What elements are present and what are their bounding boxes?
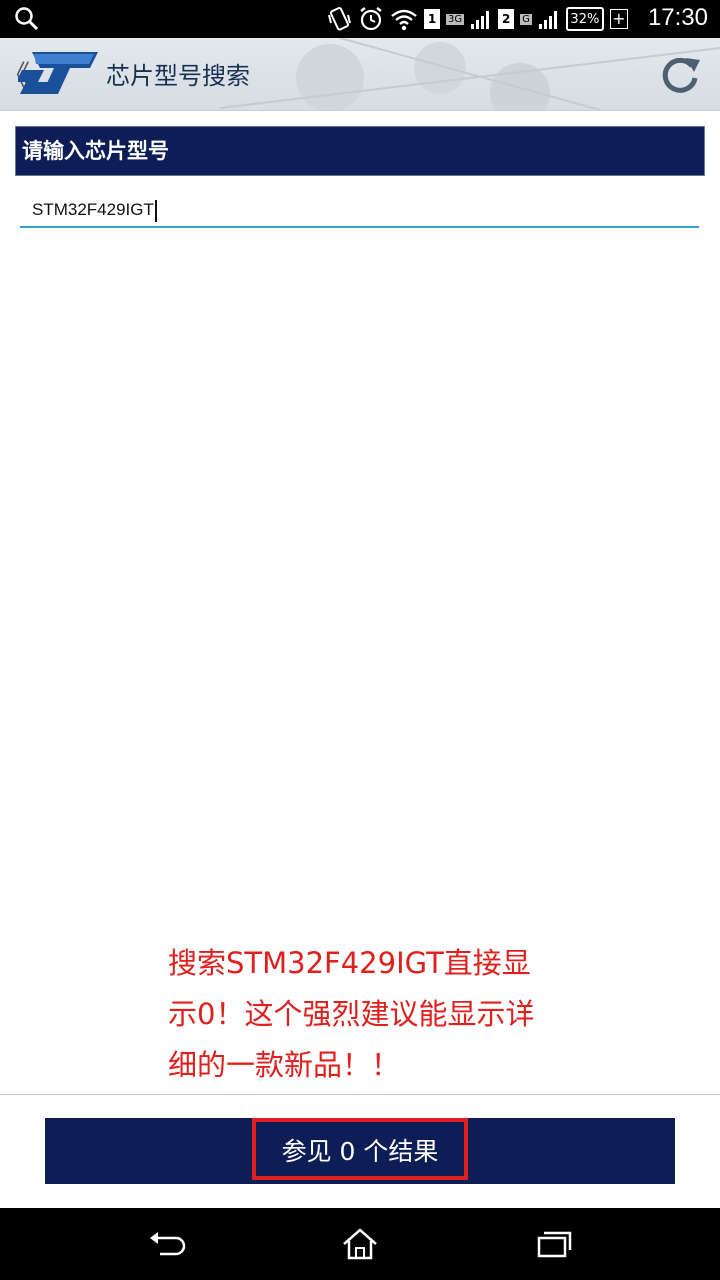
recent-apps-icon[interactable] <box>534 1226 574 1262</box>
clock: 17:30 <box>647 4 708 31</box>
back-icon[interactable] <box>146 1226 186 1262</box>
chip-model-input-value: STM32F429IGT <box>32 200 154 219</box>
sim1-network: 3G <box>446 13 465 25</box>
battery-icon: 32% <box>565 7 604 31</box>
signal-icon <box>471 11 490 29</box>
annotation-line: 示0！这个强烈建议能显示详 <box>168 997 535 1031</box>
screen: 1 3G 2 G 32% + 17:30 《 芯片型号搜索 请输入芯片型号 ST… <box>0 0 720 1280</box>
chip-model-input[interactable]: STM32F429IGT <box>20 192 699 228</box>
vibrate-icon <box>328 7 351 31</box>
divider <box>0 1094 720 1095</box>
annotation-text: 搜索STM32F429IGT直接显 示0！这个强烈建议能显示详 细的一款新品！！ <box>168 938 568 1091</box>
refresh-icon[interactable] <box>656 52 704 96</box>
sim2-badge: 2 <box>498 9 515 29</box>
alarm-icon <box>360 7 382 31</box>
annotation-highlight-box <box>252 1118 468 1180</box>
st-logo <box>18 52 98 94</box>
sim2-network: G <box>520 13 532 25</box>
header-decoration <box>220 38 720 110</box>
page-title: 芯片型号搜索 <box>106 62 250 90</box>
app-bar: 《 芯片型号搜索 <box>0 38 720 111</box>
status-icons: 1 3G 2 G 32% + <box>326 5 634 33</box>
navigation-bar <box>0 1208 720 1280</box>
annotation-line: 搜索STM32F429IGT直接显 <box>168 946 531 980</box>
text-cursor <box>154 199 157 222</box>
charging-icon: + <box>609 9 628 29</box>
signal-icon <box>538 11 557 29</box>
wifi-icon <box>391 9 417 31</box>
search-icon[interactable] <box>14 6 40 32</box>
search-header: 请输入芯片型号 <box>15 126 705 176</box>
sim1-badge: 1 <box>424 9 440 29</box>
home-icon[interactable] <box>340 1226 380 1262</box>
annotation-line: 细的一款新品！！ <box>168 1048 401 1082</box>
status-bar: 1 3G 2 G 32% + 17:30 <box>0 0 720 38</box>
